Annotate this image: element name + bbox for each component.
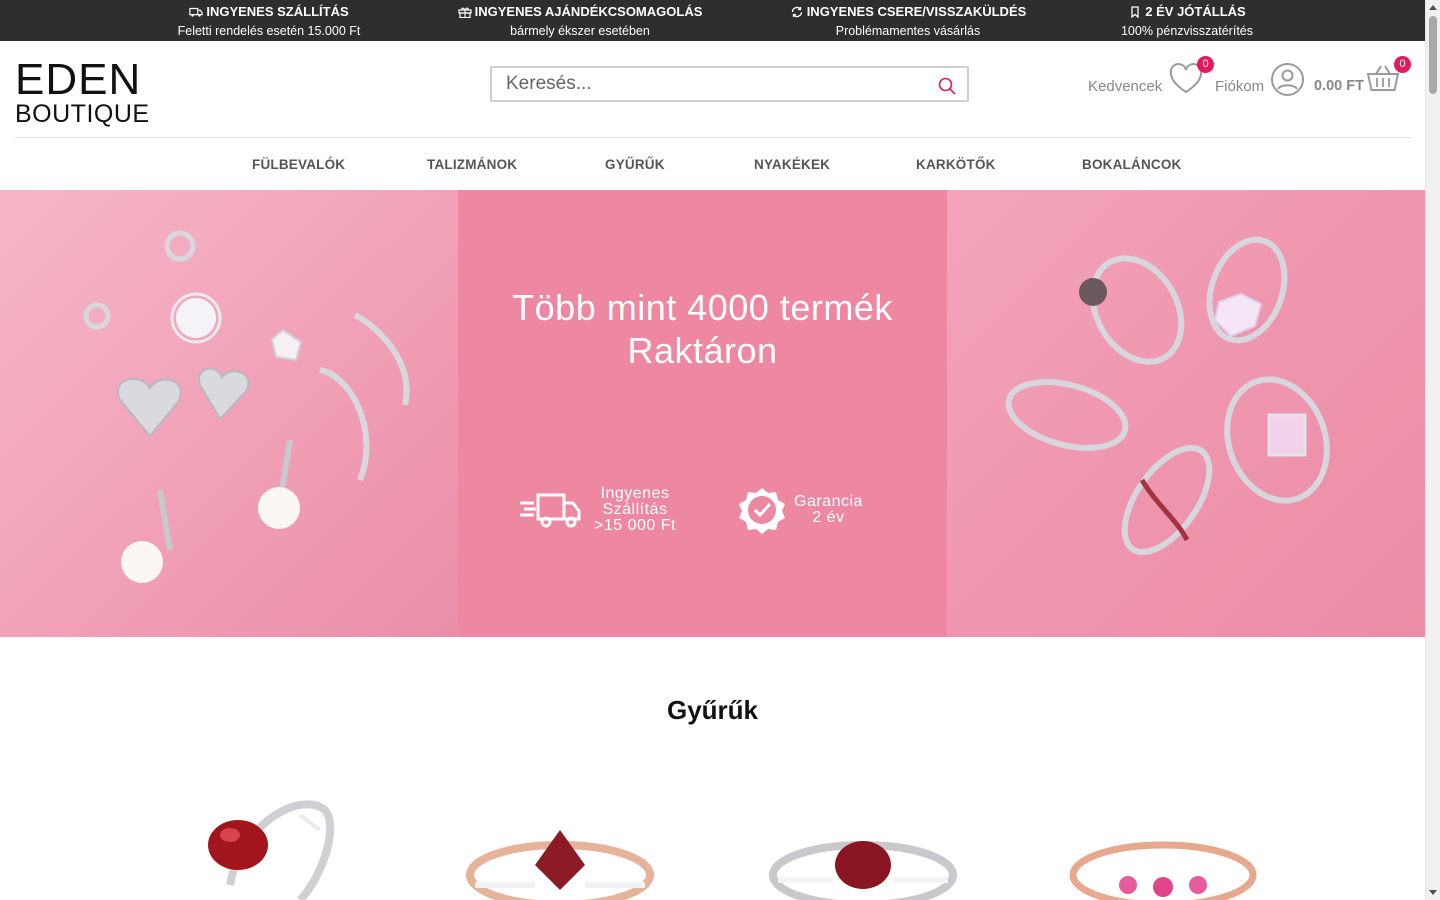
hero-banner[interactable]: Több mint 4000 termék Raktáron Ingyenes … [0, 190, 1425, 637]
nav-item-charms[interactable]: TALIZMÁNOK [427, 157, 517, 172]
promo-free-shipping: INGYENES SZÁLLÍTÁS Feletti rendelés eset… [119, 0, 419, 39]
promo-bar: INGYENES SZÁLLÍTÁS Feletti rendelés eset… [0, 0, 1425, 41]
scroll-down-arrow-icon[interactable] [1429, 890, 1437, 895]
nav-item-rings[interactable]: GYŰRŰK [605, 157, 665, 172]
search-icon[interactable] [937, 76, 957, 96]
nav-item-bracelets[interactable]: KARKÖTŐK [916, 157, 996, 172]
scroll-up-arrow-icon[interactable] [1429, 5, 1437, 10]
promo-title: 2 ÉV JÓTÁLLÁS [1145, 4, 1246, 19]
search-input[interactable] [506, 71, 916, 97]
logo-line1: EDEN [15, 55, 142, 104]
page-content: INGYENES SZÁLLÍTÁS Feletti rendelés eset… [0, 0, 1425, 900]
warranty-line2: 2 év [812, 509, 845, 526]
promo-subtitle: Feletti rendelés esetén 15.000 Ft [177, 24, 361, 38]
banner-center-panel [458, 190, 947, 637]
cart-count-badge: 0 [1394, 56, 1411, 73]
promo-title: INGYENES CSERE/VISSZAKÜLDÉS [806, 4, 1027, 19]
shipping-line1: Ingyenes [600, 485, 670, 502]
banner-warranty-badge: Garancia 2 év [738, 486, 863, 534]
account-label: Fiókom [1215, 78, 1265, 95]
rings-illustration [1005, 236, 1330, 556]
delivery-truck-icon [520, 493, 581, 528]
product-card[interactable] [465, 790, 655, 900]
shipping-line3: >15 000 Ft [594, 517, 676, 534]
banner-image-right [947, 190, 1425, 637]
banner-headline-line2: Raktáron [627, 330, 778, 371]
warranty-line1: Garancia [794, 493, 863, 510]
promo-gift-wrap: INGYENES AJÁNDÉKCSOMAGOLÁS bármely éksze… [430, 0, 730, 38]
nav-item-necklaces[interactable]: NYAKÉKEK [754, 157, 830, 172]
product-image [769, 841, 957, 900]
account-link[interactable]: Fiókom [1215, 78, 1264, 95]
product-card[interactable] [190, 790, 340, 900]
promo-subtitle: bármely ékszer esetében [510, 24, 650, 38]
cart-total-value: 0.00 FT [1314, 78, 1364, 94]
scrollbar-thumb[interactable] [1429, 16, 1437, 94]
site-logo[interactable]: EDEN BOUTIQUE [15, 55, 150, 129]
nav-item-earrings[interactable]: FÜLBEVALÓK [252, 157, 345, 172]
favorites-link[interactable]: Kedvencek [1088, 78, 1162, 95]
site-header: EDEN BOUTIQUE Kedvencek 0 Fiókom 0.00 FT… [0, 41, 1425, 138]
gift-icon [458, 7, 472, 18]
promo-title: INGYENES SZÁLLÍTÁS [206, 4, 349, 19]
truck-icon [189, 7, 204, 17]
cart-total[interactable]: 0.00 FT [1314, 78, 1364, 94]
product-image [208, 800, 335, 900]
promo-warranty: 2 ÉV JÓTÁLLÁS 100% pénzvisszatérítés [1037, 0, 1337, 39]
banner-image-left [0, 190, 458, 637]
promo-free-return: INGYENES CSERE/VISSZAKÜLDÉS Problémament… [758, 0, 1058, 38]
refresh-icon [791, 6, 802, 18]
banner-headline: Több mint 4000 termék Raktáron [458, 286, 947, 372]
main-nav: FÜLBEVALÓK TALIZMÁNOK GYŰRŰK NYAKÉKEK KA… [0, 138, 1425, 190]
earrings-illustration [83, 230, 410, 583]
product-image [466, 830, 654, 900]
logo-line2: BOUTIQUE [15, 100, 150, 128]
bookmark-icon [1131, 6, 1139, 18]
user-icon[interactable] [1270, 62, 1305, 97]
search-box [490, 66, 969, 102]
product-card[interactable] [768, 790, 958, 900]
promo-subtitle: 100% pénzvisszatérítés [1120, 24, 1253, 38]
favorites-count-badge: 0 [1197, 56, 1214, 73]
warranty-check-icon [739, 488, 785, 534]
promo-subtitle: Problémamentes vásárlás [835, 24, 981, 38]
shipping-line2: Szállítás [602, 501, 668, 518]
banner-shipping-badge: Ingyenes Szállítás >15 000 Ft [518, 486, 676, 534]
favorites-label: Kedvencek [1088, 78, 1163, 95]
section-title-rings: Gyűrűk [666, 695, 759, 725]
nav-item-anklets[interactable]: BOKALÁNCOK [1082, 157, 1182, 172]
product-card[interactable] [1068, 790, 1258, 900]
promo-title: INGYENES AJÁNDÉKCSOMAGOLÁS [474, 4, 703, 19]
page-scrollbar[interactable] [1425, 0, 1440, 900]
banner-headline-line1: Több mint 4000 termék [512, 287, 893, 328]
product-image [1069, 841, 1257, 900]
